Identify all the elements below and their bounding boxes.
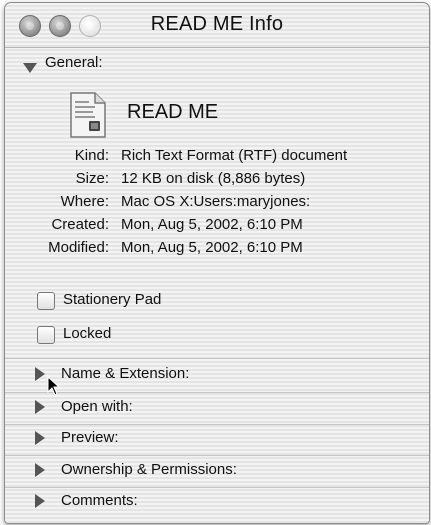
disclosure-triangle-down-icon[interactable] xyxy=(23,63,37,73)
where-value: Mac OS X:Users:maryjones: xyxy=(121,193,311,210)
info-window: READ ME Info General: READ ME Kind: Rich… xyxy=(4,2,430,524)
size-label: Size: xyxy=(75,170,109,187)
kind-value: Rich Text Format (RTF) document xyxy=(121,147,348,164)
section-divider xyxy=(5,424,429,425)
size-value: 12 KB on disk (8,886 bytes) xyxy=(121,170,306,187)
disclosure-triangle-right-icon[interactable] xyxy=(35,494,45,508)
kind-label: Kind: xyxy=(74,147,109,164)
section-divider xyxy=(5,358,429,359)
file-name: READ ME xyxy=(127,101,219,123)
where-label: Where: xyxy=(60,193,109,210)
window-title: READ ME Info xyxy=(150,13,284,35)
section-preview-label[interactable]: Preview: xyxy=(61,429,119,446)
modified-label: Modified: xyxy=(48,239,109,256)
stationery-pad-checkbox[interactable] xyxy=(37,292,55,310)
created-value: Mon, Aug 5, 2002, 6:10 PM xyxy=(121,216,303,233)
locked-label[interactable]: Locked xyxy=(63,325,111,342)
modified-value: Mon, Aug 5, 2002, 6:10 PM xyxy=(121,239,303,256)
section-name-extension-label[interactable]: Name & Extension: xyxy=(61,365,189,382)
section-ownership-permissions-label[interactable]: Ownership & Permissions: xyxy=(61,461,237,478)
mouse-pointer-icon xyxy=(47,376,61,396)
section-open-with-label[interactable]: Open with: xyxy=(61,398,133,415)
rtf-document-icon xyxy=(70,92,106,138)
stationery-pad-label[interactable]: Stationery Pad xyxy=(63,291,161,308)
section-divider xyxy=(5,487,429,488)
section-divider xyxy=(5,392,429,393)
disclosure-triangle-right-icon[interactable] xyxy=(35,431,45,445)
section-divider xyxy=(5,455,429,456)
created-label: Created: xyxy=(51,216,109,233)
section-comments-label[interactable]: Comments: xyxy=(61,492,138,509)
title-bar[interactable]: READ ME Info xyxy=(5,3,429,48)
section-general-label[interactable]: General: xyxy=(45,54,103,71)
disclosure-triangle-right-icon[interactable] xyxy=(35,463,45,477)
locked-checkbox[interactable] xyxy=(37,326,55,344)
disclosure-triangle-right-icon[interactable] xyxy=(35,400,45,414)
disclosure-triangle-right-icon[interactable] xyxy=(35,367,45,381)
